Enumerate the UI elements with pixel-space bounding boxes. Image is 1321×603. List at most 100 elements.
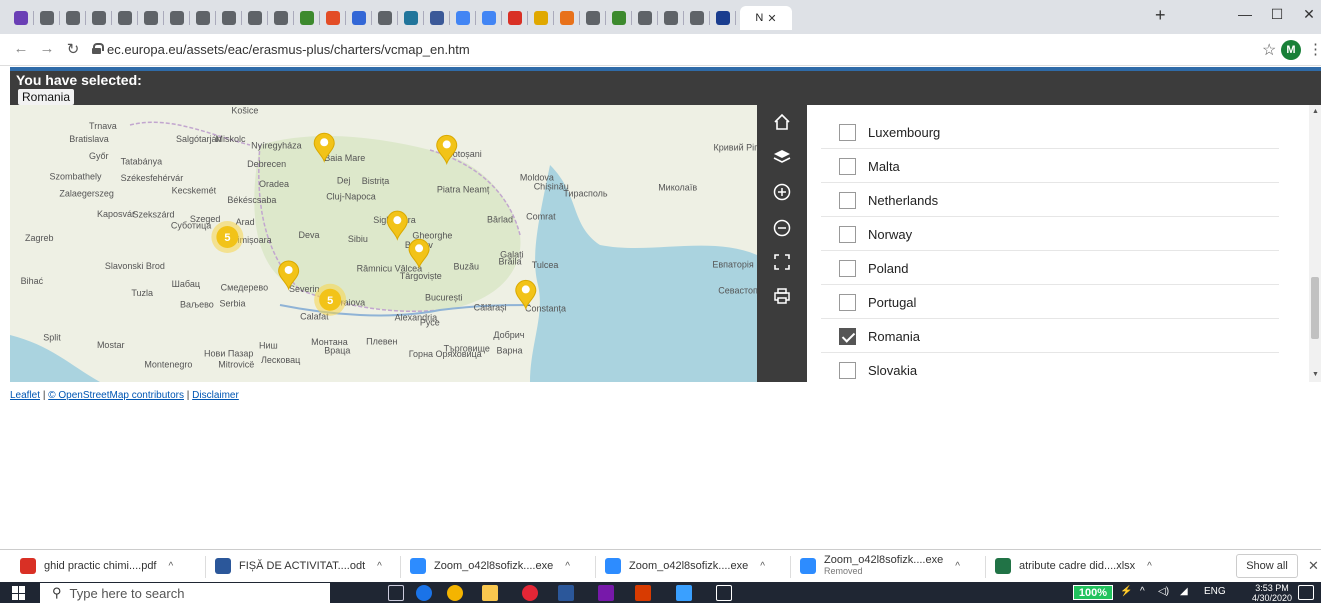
chevron-up-icon[interactable]: ^ (169, 561, 174, 572)
browser-tab[interactable] (34, 6, 60, 30)
browser-tab[interactable] (294, 6, 320, 30)
new-tab-button[interactable]: + (1155, 5, 1166, 26)
chevron-up-icon[interactable]: ^ (760, 561, 765, 572)
chrome-icon[interactable] (447, 585, 463, 601)
download-item[interactable]: ghid practic chimi....pdf ^ (20, 554, 173, 578)
browser-tab[interactable] (268, 6, 294, 30)
fullscreen-icon[interactable] (768, 249, 796, 275)
browser-tab[interactable] (112, 6, 138, 30)
browser-tab[interactable] (216, 6, 242, 30)
browser-tab[interactable] (398, 6, 424, 30)
browser-tab[interactable] (502, 6, 528, 30)
scroll-up-icon[interactable]: ▲ (1312, 108, 1319, 115)
taskbar-search-input[interactable]: ⚲ Type here to search (40, 583, 330, 603)
reload-button[interactable]: ↻ (62, 40, 84, 58)
chevron-up-icon[interactable]: ^ (565, 561, 570, 572)
download-item[interactable]: Zoom_o42l8sofizk....exe Removed ^ (800, 554, 960, 578)
browser-tab[interactable] (684, 6, 710, 30)
calculator-icon[interactable] (716, 585, 732, 601)
country-checkbox[interactable] (839, 124, 856, 141)
country-row[interactable]: Poland (821, 251, 1279, 285)
photos-icon[interactable] (676, 585, 692, 601)
minimize-button[interactable]: — (1230, 6, 1260, 22)
notifications-icon[interactable] (1298, 585, 1314, 600)
file-explorer-icon[interactable] (482, 585, 498, 601)
url-field[interactable]: ec.europa.eu/assets/eac/erasmus-plus/cha… (107, 42, 470, 57)
browser-tab[interactable] (632, 6, 658, 30)
power-icon[interactable]: ⚡ (1120, 586, 1132, 597)
country-row[interactable]: Malta (821, 149, 1279, 183)
country-list[interactable]: ▲ ▼ Luxembourg Malta Netherlands Norway Pola… (807, 105, 1321, 382)
word-icon[interactable] (558, 585, 574, 601)
scroll-thumb[interactable] (1311, 277, 1319, 339)
show-all-downloads-button[interactable]: Show all (1236, 554, 1298, 578)
country-checkbox[interactable] (839, 362, 856, 379)
disclaimer-link[interactable]: Disclaimer (192, 390, 239, 401)
browser-tab[interactable] (476, 6, 502, 30)
close-tab-icon[interactable]: ✕ (767, 12, 776, 25)
scroll-down-icon[interactable]: ▼ (1312, 371, 1319, 378)
browser-menu-icon[interactable]: ⋮ (1308, 40, 1321, 58)
browser-tab[interactable] (8, 6, 34, 30)
selected-country-chip[interactable]: Romania (18, 89, 75, 105)
map-view[interactable]: Trnava Košice Bratislava Miskolc Salgótarján… (10, 105, 757, 382)
app-icon[interactable] (635, 585, 651, 601)
country-checkbox[interactable] (839, 192, 856, 209)
browser-tab[interactable] (450, 6, 476, 30)
browser-tab[interactable] (190, 6, 216, 30)
close-downloads-icon[interactable]: ✕ (1308, 558, 1319, 574)
home-icon[interactable] (768, 109, 796, 135)
browser-tab[interactable] (372, 6, 398, 30)
browser-tab[interactable] (658, 6, 684, 30)
windows-start-icon[interactable] (12, 586, 26, 600)
print-icon[interactable] (768, 283, 796, 309)
onenote-icon[interactable] (598, 585, 614, 601)
lock-icon[interactable] (92, 43, 104, 54)
map-canvas[interactable]: TrnavaKošiceBratislava MiskolcSalgótarján… (10, 105, 757, 382)
tray-chevron-icon[interactable]: ^ (1140, 586, 1145, 597)
browser-tab[interactable] (320, 6, 346, 30)
country-row[interactable]: Luxembourg (821, 115, 1279, 149)
opera-icon[interactable] (522, 585, 538, 601)
layers-icon[interactable] (768, 144, 796, 170)
browser-tab[interactable] (580, 6, 606, 30)
browser-tab[interactable] (86, 6, 112, 30)
browser-tab[interactable] (346, 6, 372, 30)
browser-tab[interactable] (528, 6, 554, 30)
language-indicator[interactable]: ENG (1204, 586, 1226, 597)
forward-button[interactable]: → (36, 40, 58, 57)
edge-icon[interactable] (416, 585, 432, 601)
chevron-up-icon[interactable]: ^ (377, 561, 382, 572)
back-button[interactable]: ← (10, 40, 32, 57)
browser-tab[interactable] (60, 6, 86, 30)
close-window-button[interactable]: ✕ (1294, 6, 1321, 23)
download-item[interactable]: atribute cadre did....xlsx ^ (995, 554, 1152, 578)
download-item[interactable]: FIȘĂ DE ACTIVITAT....odt ^ (215, 554, 382, 578)
browser-tab[interactable] (554, 6, 580, 30)
browser-tab-active[interactable]: N ✕ (740, 6, 792, 30)
country-checkbox[interactable] (839, 158, 856, 175)
country-row[interactable]: Netherlands (821, 183, 1279, 217)
battery-indicator[interactable]: 100% (1073, 585, 1113, 600)
taskbar-clock[interactable]: 3:53 PM 4/30/2020 (1252, 583, 1292, 603)
browser-tab[interactable] (424, 6, 450, 30)
chevron-up-icon[interactable]: ^ (955, 561, 960, 572)
profile-avatar[interactable]: M (1281, 40, 1301, 60)
map-cluster[interactable]: 5 (314, 283, 347, 316)
country-row[interactable]: Norway (821, 217, 1279, 251)
country-list-scrollbar[interactable]: ▲ ▼ (1309, 105, 1321, 382)
country-row[interactable]: Slovakia (821, 353, 1279, 382)
browser-tab[interactable] (710, 6, 736, 30)
bookmark-star-icon[interactable]: ☆ (1262, 40, 1276, 60)
task-view-icon[interactable] (388, 585, 404, 601)
download-item[interactable]: Zoom_o42l8sofizk....exe ^ (410, 554, 570, 578)
browser-tab[interactable] (606, 6, 632, 30)
zoom-in-icon[interactable] (768, 179, 796, 205)
country-checkbox[interactable] (839, 294, 856, 311)
browser-tab[interactable] (242, 6, 268, 30)
download-item[interactable]: Zoom_o42l8sofizk....exe ^ (605, 554, 765, 578)
map-cluster[interactable]: 5 (211, 221, 244, 254)
chevron-up-icon[interactable]: ^ (1147, 561, 1152, 572)
browser-tab[interactable] (164, 6, 190, 30)
country-row[interactable]: Romania (821, 319, 1279, 353)
